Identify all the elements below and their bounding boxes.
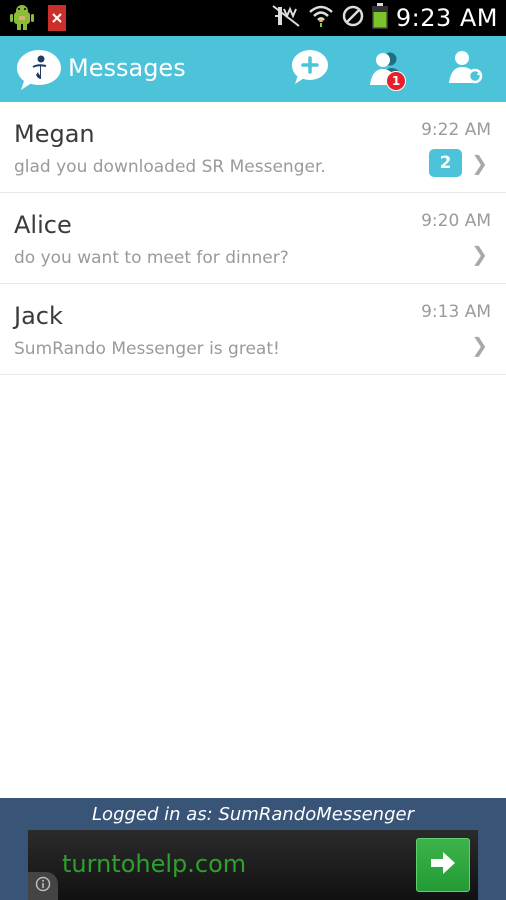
ad-banner[interactable]: turntohelp.com (28, 830, 478, 900)
contacts-button[interactable]: 1 (366, 49, 406, 91)
conversation-row-megan[interactable]: Megan glad you downloaded SR Messenger. … (0, 102, 506, 193)
chevron-right-icon: ❯ (471, 242, 488, 266)
wifi-icon (308, 4, 334, 32)
conversation-row-alice[interactable]: Alice do you want to meet for dinner? 9:… (0, 193, 506, 284)
contact-name: Megan (14, 120, 95, 148)
arrow-right-icon (429, 851, 457, 879)
ad-text[interactable]: turntohelp.com (62, 850, 246, 878)
contact-name: Jack (14, 302, 63, 330)
chevron-right-icon: ❯ (471, 333, 488, 357)
file-error-icon (48, 5, 66, 35)
chevron-right-icon: ❯ (471, 151, 488, 175)
app-bar: Messages 1 (0, 36, 506, 102)
conversation-list: Megan glad you downloaded SR Messenger. … (0, 102, 506, 375)
refresh-contacts-icon (446, 47, 486, 91)
app-title: Messages (68, 54, 186, 82)
ad-go-button[interactable] (416, 838, 470, 892)
notification-badge: 1 (386, 71, 406, 91)
message-time: 9:13 AM (421, 302, 491, 322)
ad-info-button[interactable] (28, 872, 58, 900)
battery-icon (371, 3, 388, 33)
message-time: 9:22 AM (421, 120, 491, 140)
info-icon (35, 876, 51, 896)
app-logo-icon[interactable] (16, 48, 62, 92)
message-preview: glad you downloaded SR Messenger. (14, 157, 326, 177)
status-bar-time: 9:23 AM (395, 4, 498, 32)
new-message-icon (291, 49, 329, 89)
message-preview: SumRando Messenger is great! (14, 339, 280, 359)
message-preview: do you want to meet for dinner? (14, 248, 289, 268)
new-message-button[interactable] (290, 49, 330, 89)
contacts-icon: 1 (366, 49, 406, 91)
android-debug-icon (10, 4, 34, 36)
unread-count-badge: 2 (429, 149, 462, 177)
footer: Logged in as: SumRandoMessenger turntohe… (0, 798, 506, 900)
contact-name: Alice (14, 211, 72, 239)
mute-icon (272, 5, 300, 31)
status-bar-notifications (10, 4, 66, 36)
logged-in-label: Logged in as: SumRandoMessenger (92, 804, 414, 825)
status-bar: 9:23 AM (0, 0, 506, 36)
status-bar-system: 9:23 AM (272, 0, 498, 36)
no-sync-icon (342, 5, 364, 31)
conversation-row-jack[interactable]: Jack SumRando Messenger is great! 9:13 A… (0, 284, 506, 375)
refresh-contacts-button[interactable] (446, 49, 486, 89)
message-time: 9:20 AM (421, 211, 491, 231)
